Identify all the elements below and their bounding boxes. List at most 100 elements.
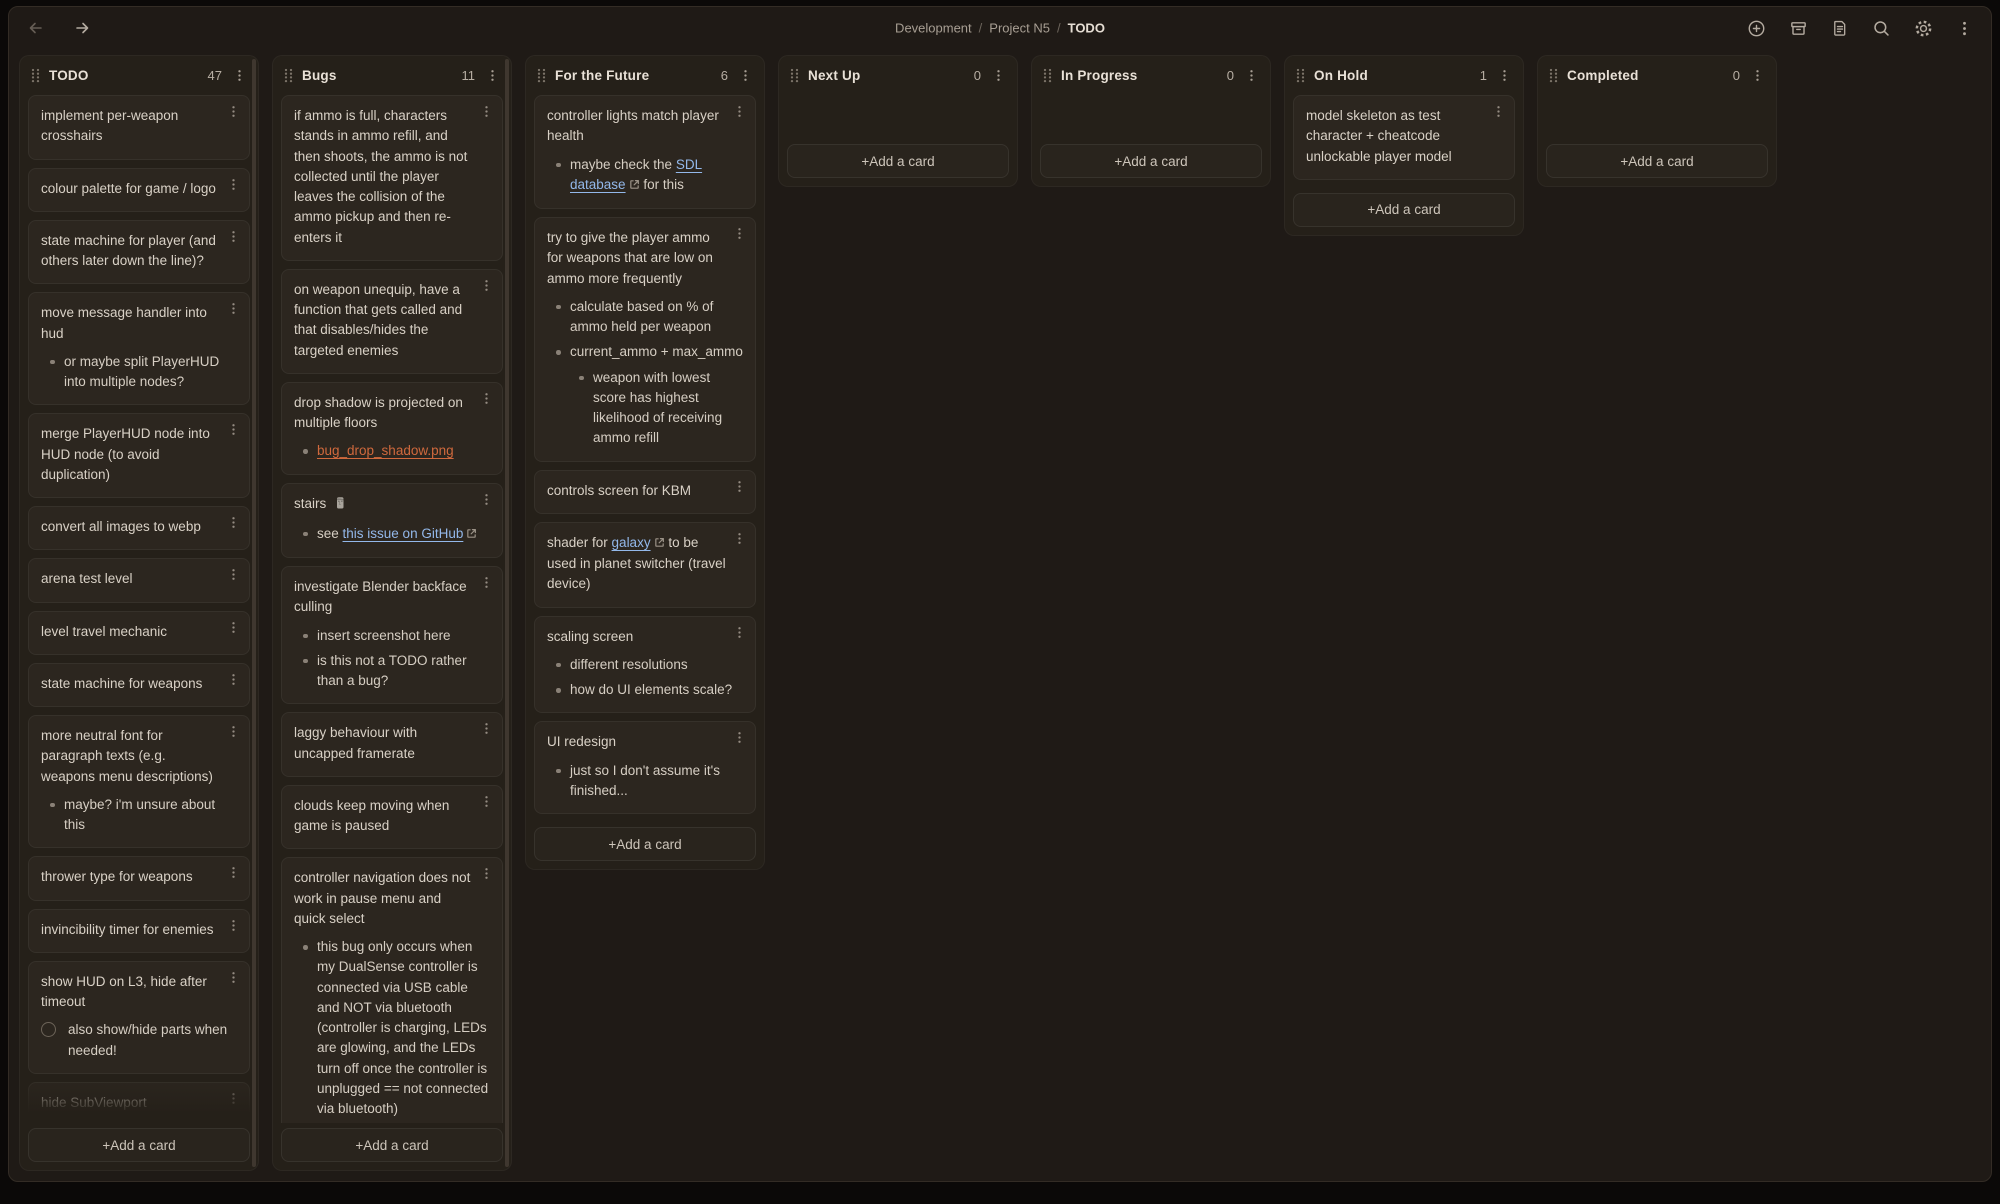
drag-handle-icon[interactable] bbox=[1043, 68, 1052, 83]
column-menu-icon[interactable] bbox=[484, 67, 501, 84]
card[interactable]: show HUD on L3, hide after timeoutalso s… bbox=[28, 961, 250, 1074]
drag-handle-icon[interactable] bbox=[31, 68, 40, 83]
card[interactable]: convert all images to webp bbox=[28, 506, 250, 550]
card-menu-icon[interactable] bbox=[227, 919, 240, 932]
bullet-dot bbox=[50, 360, 55, 365]
column-menu-icon[interactable] bbox=[990, 67, 1007, 84]
drag-handle-icon[interactable] bbox=[790, 68, 799, 83]
card[interactable]: state machine for weapons bbox=[28, 663, 250, 707]
card-menu-icon[interactable] bbox=[480, 392, 493, 405]
add-card-button[interactable]: +Add a card bbox=[534, 827, 756, 861]
more-menu-icon[interactable] bbox=[1956, 20, 1973, 37]
checkbox-circle[interactable] bbox=[41, 1022, 56, 1037]
drag-handle-icon[interactable] bbox=[537, 68, 546, 83]
card[interactable]: colour palette for game / logo bbox=[28, 168, 250, 212]
card-menu-icon[interactable] bbox=[227, 725, 240, 738]
card-menu-icon[interactable] bbox=[733, 626, 746, 639]
search-icon[interactable] bbox=[1872, 19, 1891, 38]
card[interactable]: arena test level bbox=[28, 558, 250, 602]
card-menu-icon[interactable] bbox=[227, 621, 240, 634]
card[interactable]: controls screen for KBM bbox=[534, 470, 756, 514]
drag-handle-icon[interactable] bbox=[1549, 68, 1558, 83]
bullet-dot bbox=[303, 659, 308, 664]
card[interactable]: move message handler into hudor maybe sp… bbox=[28, 292, 250, 405]
new-card-icon[interactable] bbox=[1747, 19, 1766, 38]
card-menu-icon[interactable] bbox=[480, 105, 493, 118]
column-menu-icon[interactable] bbox=[1496, 67, 1513, 84]
card[interactable]: investigate Blender backface cullinginse… bbox=[281, 566, 503, 704]
card-menu-icon[interactable] bbox=[733, 731, 746, 744]
card[interactable]: clouds keep moving when game is paused bbox=[281, 785, 503, 850]
add-card-button[interactable]: +Add a card bbox=[1040, 144, 1262, 178]
back-arrow-icon[interactable] bbox=[27, 19, 45, 37]
attachment-link[interactable]: bug_drop_shadow.png bbox=[317, 443, 454, 458]
card-menu-icon[interactable] bbox=[227, 866, 240, 879]
card[interactable]: thrower type for weapons bbox=[28, 856, 250, 900]
column-menu-icon[interactable] bbox=[1243, 67, 1260, 84]
card[interactable]: shader for galaxy to be used in planet s… bbox=[534, 522, 756, 608]
card[interactable]: level travel mechanic bbox=[28, 611, 250, 655]
card[interactable]: implement per-weapon crosshairs bbox=[28, 95, 250, 160]
add-card-button[interactable]: +Add a card bbox=[28, 1128, 250, 1162]
card[interactable]: scaling screendifferent resolutionshow d… bbox=[534, 616, 756, 714]
card[interactable]: on weapon unequip, have a function that … bbox=[281, 269, 503, 374]
card[interactable]: model skeleton as test character + cheat… bbox=[1293, 95, 1515, 180]
card-menu-icon[interactable] bbox=[227, 302, 240, 315]
column-menu-icon[interactable] bbox=[231, 67, 248, 84]
add-card-button[interactable]: +Add a card bbox=[1546, 144, 1768, 178]
drag-handle-icon[interactable] bbox=[1296, 68, 1305, 83]
card[interactable]: UI redesignjust so I don't assume it's f… bbox=[534, 721, 756, 814]
card-menu-icon[interactable] bbox=[733, 480, 746, 493]
card-menu-icon[interactable] bbox=[480, 795, 493, 808]
drag-handle-icon[interactable] bbox=[284, 68, 293, 83]
card-menu-icon[interactable] bbox=[227, 105, 240, 118]
card-menu-icon[interactable] bbox=[227, 568, 240, 581]
card-menu-icon[interactable] bbox=[733, 227, 746, 240]
card-title: shader for galaxy to be used in planet s… bbox=[547, 533, 743, 595]
card[interactable]: invincibility timer for enemies bbox=[28, 909, 250, 953]
document-icon[interactable] bbox=[1831, 19, 1849, 37]
card[interactable]: more neutral font for paragraph texts (e… bbox=[28, 715, 250, 848]
card-menu-icon[interactable] bbox=[480, 576, 493, 589]
add-card-button[interactable]: +Add a card bbox=[281, 1128, 503, 1162]
add-card-button[interactable]: +Add a card bbox=[787, 144, 1009, 178]
settings-icon[interactable] bbox=[1914, 19, 1933, 38]
column-scrollbar[interactable] bbox=[252, 59, 256, 1167]
breadcrumb-item[interactable]: Project N5 bbox=[989, 21, 1050, 36]
card[interactable]: if ammo is full, characters stands in am… bbox=[281, 95, 503, 261]
card[interactable]: try to give the player ammo for weapons … bbox=[534, 217, 756, 462]
card-menu-icon[interactable] bbox=[227, 673, 240, 686]
card-menu-icon[interactable] bbox=[227, 230, 240, 243]
card[interactable]: state machine for player (and others lat… bbox=[28, 220, 250, 285]
column-menu-icon[interactable] bbox=[1749, 67, 1766, 84]
card-menu-icon[interactable] bbox=[1492, 105, 1505, 118]
card-menu-icon[interactable] bbox=[227, 516, 240, 529]
card-menu-icon[interactable] bbox=[480, 493, 493, 506]
forward-arrow-icon[interactable] bbox=[73, 19, 91, 37]
card-menu-icon[interactable] bbox=[227, 178, 240, 191]
card-list: if ammo is full, characters stands in am… bbox=[273, 93, 511, 1123]
card[interactable]: laggy behaviour with uncapped framerate bbox=[281, 712, 503, 777]
card[interactable]: hide SubViewport environment for item pr… bbox=[28, 1082, 250, 1123]
card-menu-icon[interactable] bbox=[227, 423, 240, 436]
card[interactable]: merge PlayerHUD node into HUD node (to a… bbox=[28, 413, 250, 498]
card-menu-icon[interactable] bbox=[480, 722, 493, 735]
column-scrollbar[interactable] bbox=[505, 59, 509, 1167]
external-link[interactable]: galaxy bbox=[612, 535, 651, 550]
card-menu-icon[interactable] bbox=[733, 105, 746, 118]
breadcrumb-item[interactable]: Development bbox=[895, 21, 972, 36]
card[interactable]: controller lights match player healthmay… bbox=[534, 95, 756, 209]
card-menu-icon[interactable] bbox=[480, 867, 493, 880]
archive-icon[interactable] bbox=[1789, 19, 1808, 38]
column-menu-icon[interactable] bbox=[737, 67, 754, 84]
add-card-button[interactable]: +Add a card bbox=[1293, 193, 1515, 227]
card-menu-icon[interactable] bbox=[227, 971, 240, 984]
card-menu-icon[interactable] bbox=[733, 532, 746, 545]
card-menu-icon[interactable] bbox=[227, 1092, 240, 1105]
card[interactable]: drop shadow is projected on multiple flo… bbox=[281, 382, 503, 475]
card-title: laggy behaviour with uncapped framerate bbox=[294, 723, 490, 764]
card-menu-icon[interactable] bbox=[480, 279, 493, 292]
card[interactable]: stairs see this issue on GitHub bbox=[281, 483, 503, 559]
card[interactable]: controller navigation does not work in p… bbox=[281, 857, 503, 1123]
external-link[interactable]: this issue on GitHub bbox=[343, 526, 464, 541]
